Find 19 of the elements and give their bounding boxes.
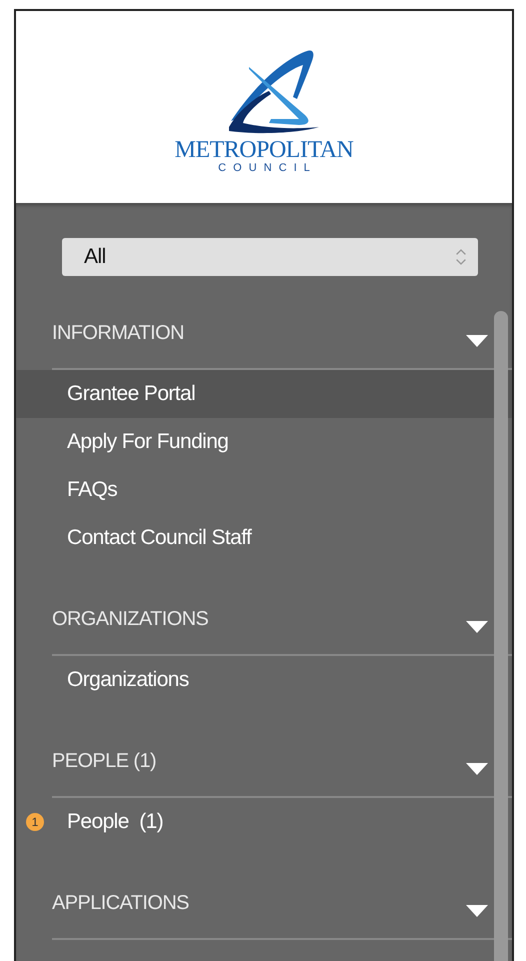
- scrollbar[interactable]: [494, 311, 508, 961]
- section-header[interactable]: PEOPLE (1): [52, 750, 156, 772]
- menu-item[interactable]: Contact Council Staff: [16, 514, 512, 562]
- logo-subtitle: C O U N C I L: [218, 162, 310, 174]
- dropdown-triangle-icon[interactable]: [466, 335, 488, 347]
- filter-dropdown[interactable]: All: [62, 238, 478, 276]
- menu-item[interactable]: Grantee Portal: [16, 370, 512, 418]
- dropdown-triangle-icon[interactable]: [466, 621, 488, 633]
- dropdown-triangle-icon[interactable]: [466, 763, 488, 775]
- logo-wordmark: METROPOLITAN: [174, 138, 354, 162]
- menu-item[interactable]: FAQs: [16, 466, 512, 514]
- menu-item[interactable]: Organizations: [16, 656, 512, 704]
- section-header[interactable]: INFORMATION: [52, 322, 184, 344]
- section-header[interactable]: APPLICATIONS: [52, 892, 189, 914]
- menu-item[interactable]: Apply For Funding: [16, 418, 512, 466]
- dropdown-triangle-icon[interactable]: [466, 905, 488, 917]
- section-header[interactable]: ORGANIZATIONS: [52, 608, 208, 630]
- notification-badge: 1: [26, 813, 44, 831]
- menu-item[interactable]: 1 People (1): [16, 798, 512, 846]
